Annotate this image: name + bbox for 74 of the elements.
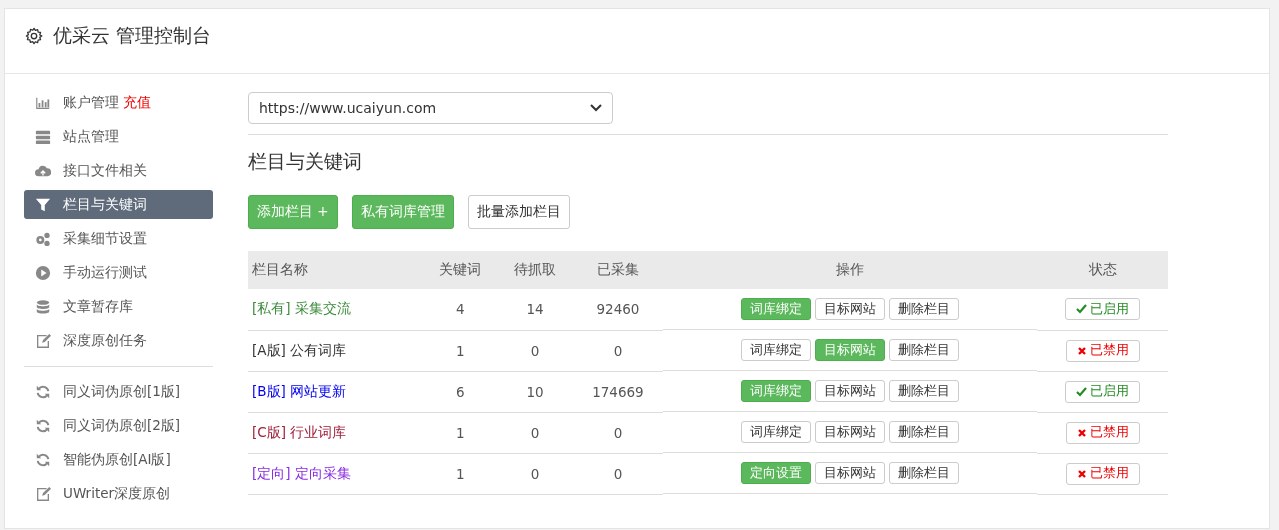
table-cell: 174669 [572,371,664,412]
sidebar-item[interactable]: 接口文件相关 [24,156,213,185]
filter-icon [35,196,51,213]
status-button[interactable]: 已启用 [1065,298,1141,321]
refresh-icon [35,417,51,434]
column-name: [B版] 网站更新 [252,382,347,399]
column-name: [定向] 定向采集 [252,464,351,481]
table-cell: 14 [497,289,573,330]
action-button[interactable]: 删除栏目 [889,339,960,361]
table-cell: 1 [423,412,498,453]
table-cell: 0 [572,412,664,453]
sidebar-item[interactable]: 智能伪原创[AI版] [24,445,213,474]
column-header: 栏目名称 [248,251,423,289]
sidebar-item[interactable]: UWriter深度原创 [24,479,213,508]
column-header: 关键词 [423,251,498,289]
table-cell: 1 [423,330,498,371]
action-button[interactable]: 目标网站 [815,421,886,443]
edit-icon [35,485,51,502]
refresh-icon [35,383,51,400]
sidebar-item[interactable]: 采集细节设置 [24,224,213,253]
action-button[interactable]: 词库绑定 [741,339,812,361]
status-button[interactable]: 已禁用 [1065,421,1140,444]
table-cell: 4 [423,289,498,330]
site-select[interactable]: https://www.ucaiyun.com [248,92,613,124]
column-header: 已采集 [572,251,664,289]
close-icon [1076,427,1087,438]
column-header: 状态 [1037,251,1168,289]
close-icon [1076,345,1087,356]
table-cell: 0 [497,330,573,371]
sidebar-item[interactable]: 同义词伪原创[2版] [24,411,213,440]
toolbar-button[interactable]: 批量添加栏目 [467,195,570,229]
database-icon [35,298,51,315]
table-cell: 6 [423,371,498,412]
edit-icon [35,332,51,349]
status-button[interactable]: 已禁用 [1065,462,1140,485]
action-button[interactable]: 删除栏目 [889,380,960,402]
table-cell: 10 [497,371,573,412]
action-button[interactable]: 词库绑定 [741,421,812,443]
server-icon [35,128,51,145]
refresh-icon [35,451,51,468]
action-button[interactable]: 目标网站 [815,462,886,484]
settings-icon [25,27,43,45]
sidebar-item[interactable]: 栏目与关键词 [24,190,213,219]
chevron-icon [590,104,602,112]
column-header: 操作 [663,251,1038,289]
column-name: [A版] 公有词库 [252,341,347,358]
sidebar-item[interactable]: 站点管理 [24,122,213,151]
action-button[interactable]: 目标网站 [815,380,886,402]
sidebar-item[interactable]: 深度原创任务 [24,326,213,355]
status-button[interactable]: 已禁用 [1065,339,1140,362]
table-cell: 0 [497,412,573,453]
column-name: [私有] 采集交流 [252,300,351,317]
action-button[interactable]: 删除栏目 [889,421,960,443]
check-icon [1076,386,1088,397]
column-header: 待抓取 [497,251,573,289]
table-cell: 1 [423,453,498,494]
action-button[interactable]: 删除栏目 [889,462,960,484]
column-name: [C版] 行业词库 [252,423,347,440]
sidebar-item[interactable]: 账户管理 充值 [24,88,213,117]
table-cell: 0 [497,453,573,494]
action-button[interactable]: 删除栏目 [889,298,960,320]
sidebar-item[interactable]: 文章暂存库 [24,292,213,321]
section-heading: 栏目与关键词 [248,149,363,174]
sidebar-item[interactable]: 同义词伪原创[1版] [24,377,213,406]
status-button[interactable]: 已启用 [1065,380,1141,403]
close-icon [1076,468,1087,479]
sidebar-item[interactable]: 手动运行测试 [24,258,213,287]
action-button[interactable]: 目标网站 [815,298,886,320]
play-icon [35,264,51,281]
check-icon [1076,304,1088,315]
table-cell: 92460 [572,289,664,330]
console-title: 优采云 管理控制台 [53,23,212,48]
table-cell: 0 [572,330,664,371]
table-cell: 0 [572,453,664,494]
